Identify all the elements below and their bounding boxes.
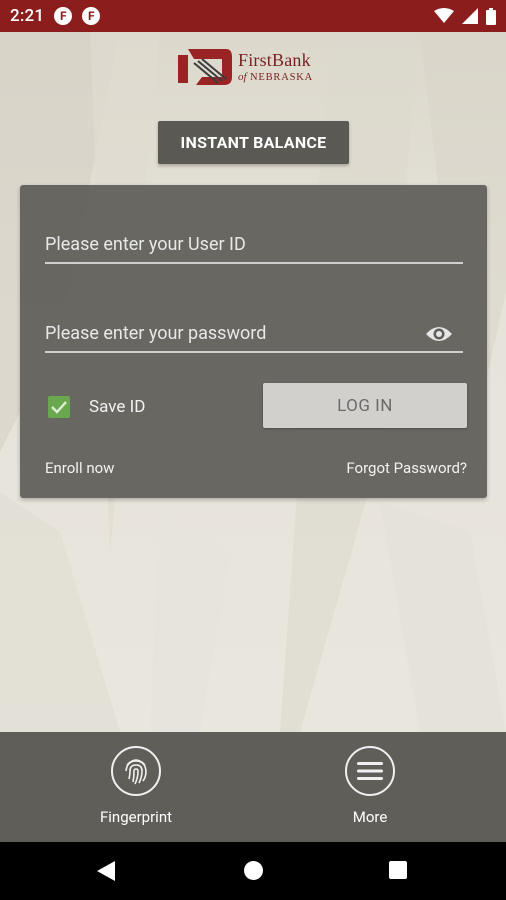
instant-balance-button[interactable]: INSTANT BALANCE: [158, 121, 349, 164]
app-notification-icon: F: [54, 7, 73, 25]
fingerprint-label: Fingerprint: [99, 808, 173, 826]
logo-subtitle-state: NEBRASKA: [250, 71, 313, 83]
password-field[interactable]: Please enter your password: [45, 320, 463, 353]
battery-icon: [486, 7, 496, 25]
checkmark-icon: [51, 401, 67, 414]
app-notification-icon: F: [82, 7, 101, 25]
show-password-eye-icon[interactable]: [425, 323, 453, 345]
save-id-checkbox[interactable]: [48, 396, 70, 418]
status-bar: 2:21 F F: [0, 0, 506, 32]
signal-icon: [462, 8, 478, 24]
login-card: Please enter your User ID Please enter y…: [20, 185, 487, 498]
password-placeholder: Please enter your password: [45, 323, 267, 344]
firstbank-logo: FirstBank of NEBRASKA: [178, 48, 328, 86]
status-time: 2:21: [10, 6, 45, 26]
back-icon[interactable]: [97, 861, 115, 881]
system-navigation-bar: [0, 842, 506, 900]
more-button[interactable]: More: [310, 746, 430, 826]
login-button[interactable]: LOG IN: [263, 383, 467, 428]
logo-subtitle-of: of: [238, 70, 247, 83]
save-id-label: Save ID: [89, 397, 146, 417]
logo-subtitle: of NEBRASKA: [238, 70, 313, 84]
forgot-password-link[interactable]: Forgot Password?: [346, 459, 467, 477]
wifi-icon: [434, 8, 454, 23]
home-icon[interactable]: [244, 861, 263, 880]
enroll-now-link[interactable]: Enroll now: [45, 459, 114, 477]
hamburger-menu-icon: [345, 746, 395, 796]
bottom-action-bar: Fingerprint More: [0, 732, 506, 842]
logo-name: FirstBank: [238, 49, 311, 70]
user-id-underline: [45, 262, 463, 264]
password-underline: [45, 351, 463, 353]
recents-icon[interactable]: [389, 861, 407, 879]
more-label: More: [352, 808, 388, 826]
save-id-checkbox-row[interactable]: Save ID: [48, 396, 145, 418]
user-id-placeholder: Please enter your User ID: [45, 234, 246, 255]
fingerprint-button[interactable]: Fingerprint: [76, 746, 196, 826]
user-id-field[interactable]: Please enter your User ID: [45, 231, 463, 264]
fingerprint-icon: [111, 746, 161, 796]
firstbank-logo-icon: [178, 49, 232, 85]
